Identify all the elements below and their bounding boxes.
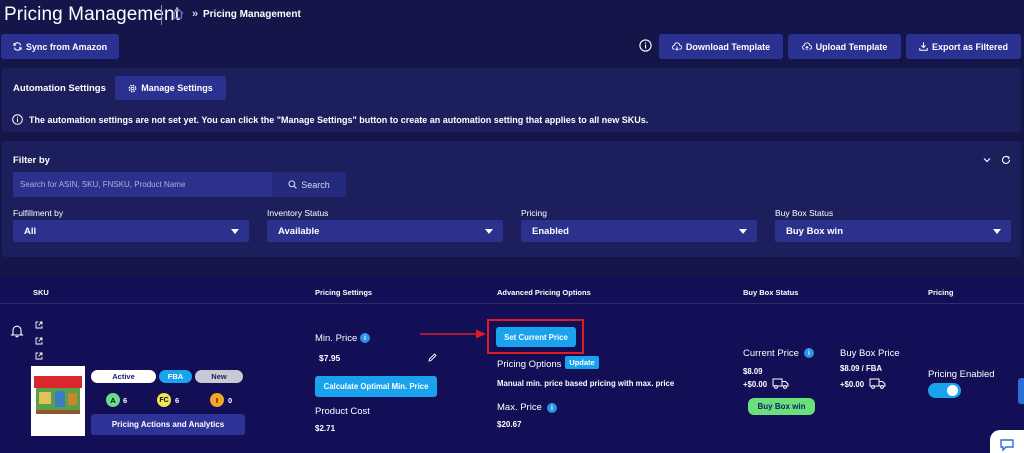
external-link-icon[interactable]: [35, 352, 43, 360]
notice-info-icon: [12, 114, 23, 125]
home-icon[interactable]: [172, 8, 184, 19]
sync-icon: [13, 42, 22, 51]
fc-count: 6: [175, 396, 180, 405]
automation-notice-text: The automation settings are not set yet.…: [29, 115, 649, 125]
current-price-label: Current Price: [743, 348, 799, 359]
inventory-status-label: Inventory Status: [267, 208, 329, 218]
truck-icon: [772, 377, 789, 389]
pricing-options-label: Pricing Options: [497, 359, 562, 370]
buybox-price-value: $8.09 / FBA: [840, 364, 883, 373]
gear-icon: [128, 84, 137, 93]
inventory-status-select[interactable]: Available: [267, 220, 503, 242]
upload-template-label: Upload Template: [815, 41, 888, 52]
sync-from-amazon-button[interactable]: Sync from Amazon: [1, 34, 119, 59]
min-price-label: Min. Price: [315, 333, 358, 344]
current-price-info-icon[interactable]: i: [804, 348, 814, 358]
upload-template-button[interactable]: Upload Template: [788, 34, 901, 59]
fulfillment-badge-fba: FBA: [159, 370, 192, 383]
pricing-options-description: Manual min. price based pricing with max…: [497, 379, 675, 388]
chat-icon[interactable]: [990, 430, 1024, 453]
caret-down-icon: [485, 228, 493, 234]
column-header-pricing: Pricing: [928, 288, 954, 297]
table-header-divider: [0, 303, 1024, 304]
search-input[interactable]: [13, 172, 272, 197]
product-image[interactable]: [31, 366, 85, 436]
set-current-price-button[interactable]: Set Current Price: [496, 327, 576, 347]
page-title: Pricing Management: [4, 4, 181, 25]
available-count-badge: A: [106, 393, 120, 407]
chevron-down-icon[interactable]: [983, 157, 991, 163]
buybox-shipping-value: +$0.00: [840, 380, 865, 389]
pricing-filter-value: Enabled: [532, 225, 569, 237]
pricing-filter-label: Pricing: [521, 208, 547, 218]
search-icon: [288, 180, 298, 189]
pricing-actions-analytics-button[interactable]: Pricing Actions and Analytics: [91, 414, 245, 435]
buybox-status-filter-label: Buy Box Status: [775, 208, 834, 218]
column-header-pricing-settings: Pricing Settings: [315, 288, 373, 297]
product-cost-label: Product Cost: [315, 406, 370, 417]
caret-down-icon: [231, 228, 239, 234]
column-header-advanced-pricing: Advanced Pricing Options: [497, 288, 591, 297]
cloud-download-icon: [671, 42, 682, 51]
breadcrumb-separator: »: [192, 8, 199, 20]
caret-down-icon: [993, 228, 1001, 234]
pencil-icon[interactable]: [428, 353, 437, 362]
fulfillment-label: Fulfillment by: [13, 208, 64, 218]
buybox-price-label: Buy Box Price: [840, 348, 900, 359]
search-button[interactable]: Search: [272, 172, 346, 197]
download-template-label: Download Template: [685, 41, 771, 52]
pricing-enabled-toggle[interactable]: [928, 383, 961, 398]
manage-settings-button[interactable]: Manage Settings: [115, 76, 226, 100]
breadcrumb-current: Pricing Management: [203, 9, 301, 20]
available-count: 6: [123, 396, 128, 405]
calculate-optimal-min-price-button[interactable]: Calculate Optimal Min. Price: [315, 376, 437, 397]
buybox-win-badge: Buy Box win: [748, 398, 815, 415]
export-as-filtered-label: Export as Filtered: [931, 41, 1009, 52]
pricing-enabled-label: Pricing Enabled: [928, 369, 995, 380]
fulfillment-value: All: [24, 225, 37, 237]
download-template-button[interactable]: Download Template: [659, 34, 783, 59]
automation-settings-label: Automation Settings: [13, 83, 106, 94]
external-link-icon[interactable]: [35, 321, 43, 329]
update-pricing-options-button[interactable]: Update: [565, 356, 599, 369]
external-link-icon[interactable]: [35, 337, 43, 345]
buybox-status-filter-value: Buy Box win: [786, 225, 844, 237]
refresh-icon[interactable]: [1001, 155, 1011, 165]
manage-settings-label: Manage Settings: [141, 83, 213, 93]
column-header-sku: SKU: [33, 288, 49, 297]
product-cost-value: $2.71: [315, 424, 336, 433]
current-shipping-value: +$0.00: [743, 380, 768, 389]
bell-icon[interactable]: [10, 324, 24, 338]
buybox-status-filter-select[interactable]: Buy Box win: [775, 220, 1011, 242]
max-price-info-icon[interactable]: i: [547, 403, 557, 413]
condition-badge-new: New: [195, 370, 243, 383]
min-price-value: $7.95: [319, 353, 341, 363]
inbound-count-badge: I: [210, 393, 224, 407]
current-price-value: $8.09: [743, 367, 763, 376]
arrow-annotation: [420, 329, 486, 339]
max-price-label: Max. Price: [497, 402, 542, 413]
inventory-status-value: Available: [278, 225, 320, 237]
export-as-filtered-button[interactable]: Export as Filtered: [906, 34, 1021, 59]
pricing-filter-select[interactable]: Enabled: [521, 220, 757, 242]
side-panel-tab[interactable]: [1018, 378, 1024, 404]
header-divider: [161, 5, 162, 25]
fc-count-badge: FC: [157, 393, 171, 407]
column-header-buybox-status: Buy Box Status: [743, 288, 799, 297]
filter-title: Filter by: [13, 155, 50, 166]
fulfillment-select[interactable]: All: [13, 220, 249, 242]
min-price-info-icon[interactable]: i: [360, 333, 370, 343]
caret-down-icon: [739, 228, 747, 234]
info-icon[interactable]: [639, 39, 652, 52]
inbound-count: 0: [228, 396, 233, 405]
status-badge-active: Active: [91, 370, 156, 383]
toggle-knob: [947, 385, 958, 396]
search-button-label: Search: [301, 179, 330, 190]
download-icon: [919, 42, 928, 51]
truck-icon: [869, 377, 886, 389]
sync-label: Sync from Amazon: [25, 41, 108, 52]
cloud-upload-icon: [801, 42, 812, 51]
max-price-value: $20.67: [497, 420, 522, 429]
